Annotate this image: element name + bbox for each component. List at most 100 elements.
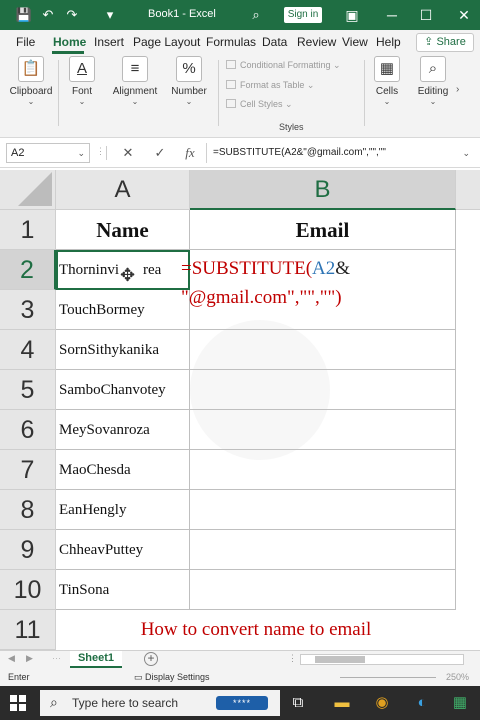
chevron-down-icon: ⌄ [77, 148, 85, 158]
ellipsis-icon: ⋯ [52, 653, 61, 663]
number-group[interactable]: % Number ⌄ [168, 56, 210, 106]
windows-start-icon[interactable] [10, 695, 26, 711]
scroll-left-icon[interactable]: ◀ [8, 653, 15, 664]
edge-icon[interactable]: ◐ [412, 693, 432, 713]
row-header-3[interactable]: 3 [0, 290, 56, 330]
tab-page-layout[interactable]: Page Layout [133, 35, 200, 49]
cell-a4[interactable]: SornSithykanika [56, 330, 190, 370]
search-icon: ⌕ [50, 694, 58, 710]
tab-insert[interactable]: Insert [94, 35, 124, 49]
insert-function-icon[interactable]: fx [178, 143, 202, 163]
share-button[interactable]: ⇪ Share [416, 33, 474, 52]
formula-arguments: "@gmail.com","","") [181, 287, 342, 308]
cell-a5[interactable]: SamboChanvotey [56, 370, 190, 410]
cancel-icon[interactable]: ✕ [116, 143, 140, 163]
editing-group[interactable]: ⌕ Editing ⌄ [414, 56, 452, 106]
undo-icon[interactable]: ↶ [38, 5, 58, 25]
cell-b4[interactable] [190, 330, 456, 370]
file-explorer-icon[interactable]: ▬ [332, 693, 352, 713]
clipboard-group[interactable]: 📋 Clipboard ⌄ [8, 56, 54, 106]
cell-a9[interactable]: ChheavPuttey [56, 530, 190, 570]
formula-cell-reference: A2 [312, 258, 336, 279]
ribbon-scroll-right-icon[interactable]: › [456, 84, 459, 95]
row-header-9[interactable]: 9 [0, 530, 56, 570]
tab-home[interactable]: Home [53, 35, 86, 49]
excel-icon[interactable]: ▦ [450, 693, 470, 713]
tab-formulas[interactable]: Formulas [206, 35, 256, 49]
row-header-4[interactable]: 4 [0, 330, 56, 370]
redo-icon[interactable]: ↷ [62, 5, 82, 25]
font-group[interactable]: A Font ⌄ [64, 56, 100, 106]
add-sheet-button[interactable]: + [144, 652, 158, 666]
cells-group[interactable]: ▦ Cells ⌄ [370, 56, 404, 106]
styles-group-label: Styles [279, 122, 304, 132]
row-header-11[interactable]: 11 [0, 610, 56, 650]
scrollbar-thumb[interactable] [315, 656, 365, 663]
window-title: Book1 - Excel [148, 8, 216, 20]
row-header-5[interactable]: 5 [0, 370, 56, 410]
cell-a10[interactable]: TinSona [56, 570, 190, 610]
drag-handle-icon[interactable]: ⋮ [288, 653, 297, 664]
save-icon[interactable]: 💾 [14, 5, 34, 25]
close-button[interactable]: ✕ [452, 4, 476, 26]
column-header-a[interactable]: A [56, 170, 190, 210]
display-icon: ▭ [134, 672, 146, 682]
zoom-slider[interactable] [340, 677, 436, 678]
scroll-right-icon[interactable]: ▶ [26, 653, 33, 664]
cell-b7[interactable] [190, 450, 456, 490]
taskbar-search-box[interactable]: ⌕ Type here to search **** [40, 690, 280, 716]
sign-in-button[interactable]: Sign in [284, 7, 322, 23]
row-header-1[interactable]: 1 [0, 210, 56, 250]
restore-button[interactable]: ☐ [414, 4, 438, 26]
format-as-table-button[interactable]: Format as Table ⌄ [226, 80, 314, 91]
row-header-10[interactable]: 10 [0, 570, 56, 610]
conditional-formatting-label: Conditional Formatting [240, 60, 331, 70]
tab-view[interactable]: View [342, 35, 368, 49]
tab-data[interactable]: Data [262, 35, 287, 49]
cell-b1[interactable]: Email [190, 210, 456, 250]
formula-function: =SUBSTITUTE( [181, 258, 313, 279]
sheet-tab-sheet1[interactable]: Sheet1 [70, 651, 122, 668]
cell-b9[interactable] [190, 530, 456, 570]
chrome-icon[interactable]: ◉ [372, 693, 392, 713]
cell-a6[interactable]: MeySovanroza [56, 410, 190, 450]
chevron-down-icon: ⌄ [383, 97, 391, 106]
name-box[interactable]: A2 ⌄ [6, 143, 90, 163]
select-all-button[interactable] [0, 170, 56, 210]
zoom-level[interactable]: 250% [446, 672, 469, 682]
customize-toolbar-icon[interactable]: ▾ [100, 5, 120, 25]
ribbon-display-icon[interactable]: ▣ [340, 4, 364, 26]
enter-icon[interactable]: ✓ [148, 143, 172, 163]
column-header-c[interactable] [456, 170, 480, 210]
tab-help[interactable]: Help [376, 35, 401, 49]
row-header-7[interactable]: 7 [0, 450, 56, 490]
tab-review[interactable]: Review [297, 35, 336, 49]
drag-handle-icon[interactable]: ⋮ [96, 146, 105, 157]
task-view-icon[interactable]: ⧉ [288, 693, 308, 713]
row-header-6[interactable]: 6 [0, 410, 56, 450]
horizontal-scrollbar[interactable] [300, 654, 464, 665]
cell-a1[interactable]: Name [56, 210, 190, 250]
windows-taskbar: ⌕ Type here to search **** ⧉ ▬ ◉ ◐ ▦ [0, 686, 480, 720]
display-settings-button[interactable]: ▭ Display Settings [134, 672, 210, 683]
column-header-b[interactable]: B [190, 170, 456, 210]
cell-a3[interactable]: TouchBormey [56, 290, 190, 330]
cell-b6[interactable] [190, 410, 456, 450]
cell-a7[interactable]: MaoChesda [56, 450, 190, 490]
tab-file[interactable]: File [16, 35, 35, 49]
cell-styles-button[interactable]: Cell Styles ⌄ [226, 99, 293, 110]
cell-b8[interactable] [190, 490, 456, 530]
conditional-formatting-button[interactable]: Conditional Formatting ⌄ [226, 60, 341, 71]
cell-b5[interactable] [190, 370, 456, 410]
search-icon[interactable]: ⌕ [246, 5, 266, 25]
conditional-formatting-icon [226, 60, 236, 69]
formula-input[interactable]: =SUBSTITUTE(A2&"@gmail.com","","" ⌄ [206, 143, 474, 163]
name-box-value: A2 [11, 147, 25, 159]
cell-b10[interactable] [190, 570, 456, 610]
row-header-8[interactable]: 8 [0, 490, 56, 530]
alignment-group[interactable]: ≡ Alignment ⌄ [108, 56, 162, 106]
minimize-button[interactable]: ─ [380, 4, 404, 26]
cell-a8[interactable]: EanHengly [56, 490, 190, 530]
cell-b2-formula-editor[interactable]: =SUBSTITUTE(A2& "@gmail.com","","") [181, 254, 350, 312]
row-header-2[interactable]: 2 [0, 250, 56, 290]
